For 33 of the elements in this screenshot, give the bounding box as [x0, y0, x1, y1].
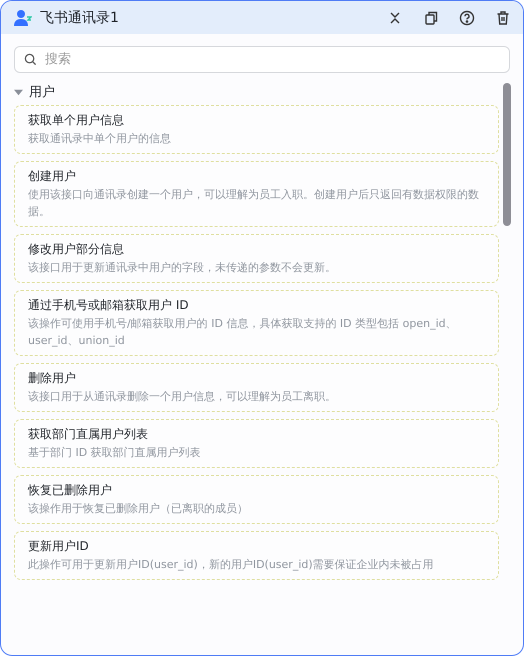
contacts-icon	[14, 8, 32, 26]
card-description: 基于部门 ID 获取部门直属用户列表	[28, 445, 202, 461]
card-title: 修改用户部分信息	[28, 241, 125, 258]
help-icon[interactable]	[459, 10, 475, 26]
card-description: 该操作可使用手机号/邮箱获取用户的 ID 信息，具体获取支持的 ID 类型包括 open_id、user_id、union_id	[28, 316, 458, 349]
card-title: 删除用户	[28, 370, 77, 387]
card-title: 通过手机号或邮箱获取用户 ID	[28, 297, 190, 314]
api-card[interactable]: 修改用户部分信息 该接口用于更新通讯录中用户的字段，未传递的参数不会更新。	[14, 234, 499, 283]
card-title: 更新用户ID	[28, 538, 90, 555]
api-card[interactable]: 获取单个用户信息 获取通讯录中单个用户的信息	[14, 105, 499, 154]
caret-icon[interactable]	[14, 88, 23, 96]
api-card[interactable]: 创建用户 使用该接口向通讯录创建一个用户，可以理解为员工入职。创建用户后只返回有数据权限的数据。	[14, 161, 499, 227]
card-description: 使用该接口向通讯录创建一个用户，可以理解为员工入职。创建用户后只返回有数据权限的数据。	[28, 187, 480, 220]
card-description: 该接口用于从通讯录删除一个用户信息，可以理解为员工离职。	[28, 389, 337, 405]
card-title: 获取部门直属用户列表	[28, 426, 149, 443]
card-description: 该接口用于更新通讯录中用户的字段，未传递的参数不会更新。	[28, 260, 337, 276]
api-card[interactable]: 获取部门直属用户列表 基于部门 ID 获取部门直属用户列表	[14, 419, 499, 468]
scrollbar-thumb[interactable]	[503, 83, 511, 226]
api-card[interactable]: 恢复已删除用户 该操作用于恢复已删除用户（已离职的成员）	[14, 475, 499, 524]
delete-icon[interactable]	[495, 10, 511, 26]
card-description: 此操作可用于更新用户ID(user_id)，新的用户ID(user_id)需要保证企业内未被占用	[28, 557, 435, 573]
card-description: 该操作用于恢复已删除用户（已离职的成员）	[28, 501, 249, 517]
card-title: 创建用户	[28, 168, 77, 185]
search-field[interactable]: 搜索	[14, 46, 510, 73]
copy-icon[interactable]	[423, 10, 439, 26]
card-title: 获取单个用户信息	[28, 112, 125, 129]
card-title: 恢复已删除用户	[28, 482, 113, 499]
section-header[interactable]: 用户	[29, 83, 55, 101]
api-card[interactable]: 删除用户 该接口用于从通讯录删除一个用户信息，可以理解为员工离职。	[14, 363, 499, 412]
card-description: 获取通讯录中单个用户的信息	[28, 131, 172, 147]
api-card[interactable]: 更新用户ID 此操作可用于更新用户ID(user_id)，新的用户ID(user_id)需要保证企业内未被占用	[14, 531, 499, 580]
api-card[interactable]: 通过手机号或邮箱获取用户 ID 该操作可使用手机号/邮箱获取用户的 ID 信息，具体获取支持的 ID 类型包括 open_id、user_id、union_id	[14, 290, 499, 356]
window-title: 飞书通讯录1	[40, 8, 120, 26]
